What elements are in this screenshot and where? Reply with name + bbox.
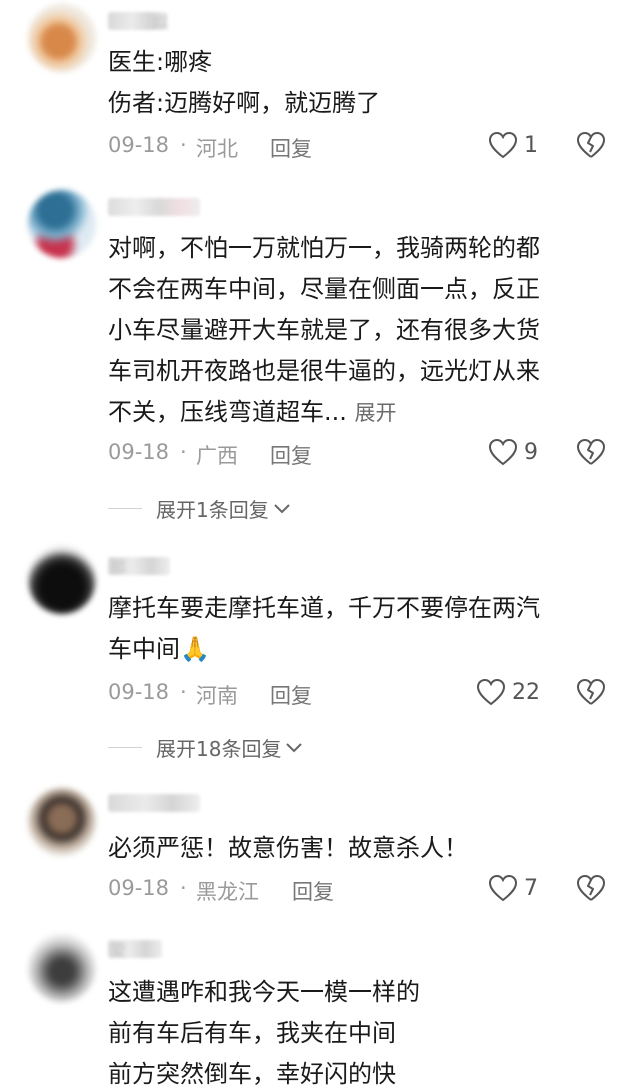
comment-date: 09-18 (108, 680, 170, 704)
comment-date: 09-18 (108, 440, 170, 464)
comment-meta: 09-18 · 黑龙江 回复 7 (108, 874, 640, 907)
heart-icon (476, 678, 506, 706)
expand-replies-button[interactable]: 展开18条回复 (108, 733, 303, 762)
comment-region: 河南 (196, 684, 238, 708)
comment-meta: 09-18 · 河北 回复 1 (108, 131, 640, 164)
avatar[interactable] (28, 788, 96, 856)
expand-text-button[interactable]: 展开 (355, 401, 397, 425)
reply-button[interactable]: 回复 (292, 876, 334, 906)
comment-date: 09-18 (108, 133, 170, 157)
reply-button[interactable]: 回复 (270, 680, 312, 710)
comment-meta: 09-18 · 广西 回复 9 (108, 438, 640, 471)
comment-line: 必须严惩！故意伤害！故意杀人！ (108, 834, 468, 862)
comment-region: 广西 (196, 444, 238, 468)
dislike-button[interactable] (576, 678, 606, 711)
separator-dot: · (180, 133, 187, 157)
avatar[interactable] (28, 190, 96, 258)
comment-line: 医生:哪疼 (108, 48, 213, 76)
avatar[interactable] (28, 546, 96, 614)
comment-line: 这遭遇咋和我今天一模一样的 (108, 978, 420, 1006)
comment-text: 摩托车要走摩托车道，千万不要停在两汽 车中间🙏 (108, 588, 540, 670)
comment-line: 车司机开夜路也是很牛逼的，远光灯从来 (108, 357, 540, 385)
comment-line: 摩托车要走摩托车道，千万不要停在两汽 (108, 594, 540, 622)
broken-heart-icon (577, 132, 605, 158)
reply-button[interactable]: 回复 (270, 440, 312, 470)
dislike-button[interactable] (576, 438, 606, 471)
expand-replies-label: 展开1条回复 (156, 498, 269, 522)
comment-region: 河北 (196, 137, 238, 161)
avatar[interactable] (28, 4, 96, 72)
like-count: 7 (524, 875, 538, 901)
broken-heart-icon (577, 875, 605, 901)
dislike-button[interactable] (576, 874, 606, 907)
separator-dot: · (180, 876, 187, 900)
comment-line: 前有车后有车，我夹在中间 (108, 1019, 396, 1047)
like-button[interactable]: 7 (488, 874, 538, 902)
heart-icon (488, 131, 518, 159)
comment-line: 小车尽量避开大车就是了，还有很多大货 (108, 316, 540, 344)
like-count: 9 (524, 439, 538, 465)
username[interactable] (108, 794, 200, 812)
username[interactable]: 姒 (108, 12, 168, 32)
like-button[interactable]: 9 (488, 438, 538, 466)
like-count: 1 (524, 132, 538, 158)
heart-icon (488, 438, 518, 466)
separator-dot: · (180, 440, 187, 464)
comment-text: 这遭遇咋和我今天一模一样的 前有车后有车，我夹在中间 前方突然倒车，幸好闪的快 (108, 972, 420, 1087)
expand-replies-label: 展开18条回复 (156, 737, 282, 761)
broken-heart-icon (577, 679, 605, 705)
like-button[interactable]: 1 (488, 131, 538, 159)
comment-date: 09-18 (108, 876, 170, 900)
broken-heart-icon (577, 439, 605, 465)
expand-replies-button[interactable]: 展开1条回复 (108, 494, 291, 523)
chevron-down-icon (274, 503, 290, 513)
comment-line-text: 不关，压线弯道超车... (108, 398, 347, 426)
comment-line: 前方突然倒车，幸好闪的快 (108, 1060, 396, 1087)
comment-line: 车中间🙏 (108, 635, 210, 663)
username[interactable] (108, 198, 200, 216)
comment-text: 必须严惩！故意伤害！故意杀人！ (108, 828, 468, 869)
comment-text: 医生:哪疼 伤者:迈腾好啊，就迈腾了 (108, 42, 380, 124)
comment-text: 对啊，不怕一万就怕万一，我骑两轮的都 不会在两车中间，尽量在侧面一点，反正 小车… (108, 228, 540, 434)
comment-line: 伤者:迈腾好啊，就迈腾了 (108, 89, 381, 117)
separator-dot: · (180, 680, 187, 704)
comment-line: 对啊，不怕一万就怕万一，我骑两轮的都 (108, 234, 540, 262)
heart-icon (488, 874, 518, 902)
username[interactable]: 爱 (108, 940, 162, 960)
comment-line: 不关，压线弯道超车... 展开 (108, 392, 540, 434)
comment-meta: 09-18 · 河南 回复 22 (108, 678, 640, 711)
username[interactable]: 那 (108, 557, 170, 577)
like-count: 22 (512, 679, 540, 705)
divider-line (108, 747, 142, 748)
comment-region: 黑龙江 (196, 880, 259, 904)
divider-line (108, 508, 142, 509)
dislike-button[interactable] (576, 131, 606, 164)
comment-line: 不会在两车中间，尽量在侧面一点，反正 (108, 275, 540, 303)
reply-button[interactable]: 回复 (270, 133, 312, 163)
chevron-down-icon (286, 742, 303, 752)
avatar[interactable] (28, 934, 96, 1002)
like-button[interactable]: 22 (476, 678, 540, 706)
